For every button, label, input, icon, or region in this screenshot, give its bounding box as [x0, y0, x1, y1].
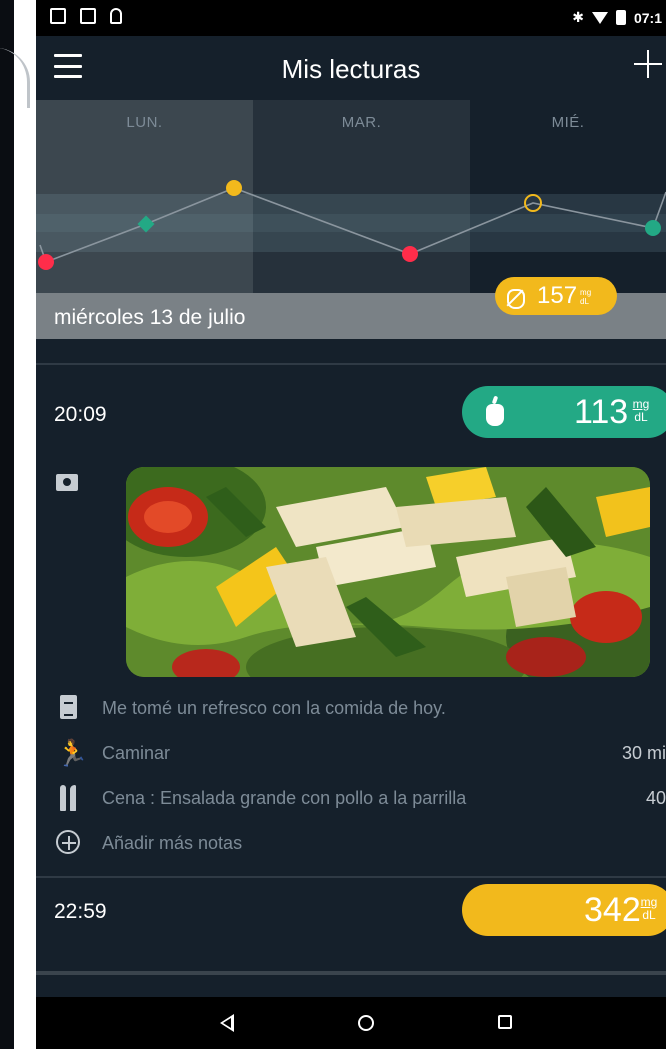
selected-reading-badge[interactable]: 157 mg dL	[495, 277, 617, 315]
divider	[36, 363, 666, 365]
meal-amount: 40	[645, 788, 666, 808]
note-text: Me tomé un refresco con la comida de hoy…	[102, 698, 446, 718]
app-bar: Mis lecturas	[36, 36, 666, 100]
reading-point-green-diamond	[137, 215, 155, 233]
unit-label: mg dL	[580, 288, 591, 306]
previous-screen-edge	[0, 0, 36, 1049]
reading-line	[39, 187, 666, 264]
unit-top: mg	[580, 288, 592, 297]
date-header: miércoles 13 de julio 157 mg dL	[36, 277, 666, 339]
page-title: Mis lecturas	[281, 54, 421, 84]
selected-reading-value: 157	[537, 282, 578, 309]
date-text: miércoles 13 de julio	[54, 306, 246, 329]
glucose-badge[interactable]: 342 mg dL	[462, 884, 666, 936]
reading-time: 22:59	[54, 900, 107, 923]
reading-point-yellow	[226, 180, 242, 196]
battery-icon	[615, 10, 626, 25]
apple-icon	[484, 396, 506, 428]
reading-point-red	[402, 246, 418, 262]
activity-label: Caminar	[102, 743, 171, 763]
back-icon[interactable]	[220, 1014, 234, 1032]
note-text-row[interactable]: Me tomé un refresco con la comida de hoy…	[36, 689, 666, 729]
activity-amount: 30 mi	[621, 743, 666, 763]
walking-icon: 🏃	[56, 738, 89, 768]
meal-label: Cena : Ensalada grande con pollo a la pa…	[102, 788, 467, 808]
add-circle-icon	[56, 830, 80, 854]
wifi-icon	[591, 11, 608, 24]
image-notification-icon	[50, 8, 66, 24]
camera-icon[interactable]	[56, 474, 78, 491]
home-icon[interactable]	[358, 1015, 374, 1031]
reading-time: 20:09	[54, 403, 107, 426]
unit-bottom: dL	[634, 410, 648, 424]
add-reading-icon[interactable]	[634, 48, 662, 80]
sim-notification-icon	[80, 8, 96, 24]
reading-point-red	[38, 254, 54, 270]
recents-icon[interactable]	[498, 1015, 512, 1029]
divider	[36, 876, 666, 878]
readings-chart[interactable]: LUN. MAR. MIÉ.	[36, 100, 666, 293]
reading-point-green	[645, 220, 661, 236]
salad-with-grilled-chicken-image	[126, 467, 650, 677]
glucose-value: 113	[574, 393, 629, 431]
note-meal-row[interactable]: Cena : Ensalada grande con pollo a la pa…	[36, 779, 666, 819]
chart-plot	[38, 180, 666, 270]
system-nav-bar	[36, 997, 666, 1049]
status-bar: ✱ 07:1	[36, 0, 666, 36]
document-icon	[56, 695, 82, 721]
unit-label: mg dL	[630, 398, 652, 424]
status-time: 07:1	[633, 9, 662, 26]
unit-label: mg dL	[638, 896, 660, 922]
unit-bottom: dL	[642, 908, 656, 922]
unit-bottom: dL	[580, 297, 589, 306]
add-notes-button[interactable]: Añadir más notas	[36, 824, 666, 864]
readings-list: 20:09 113 mg dL Me tomé un refresco con …	[36, 339, 666, 997]
meal-photo[interactable]	[126, 467, 650, 677]
note-activity-row[interactable]: 🏃 Caminar 30 mi	[36, 734, 666, 774]
add-notes-label: Añadir más notas	[102, 833, 243, 853]
location-notification-icon	[110, 8, 122, 24]
no-apple-icon	[505, 285, 525, 309]
fork-knife-icon	[56, 785, 82, 811]
glucose-value: 342	[584, 891, 641, 929]
glucose-badge[interactable]: 113 mg dL	[462, 386, 666, 438]
list-bottom-edge	[36, 971, 666, 997]
app-screen: ✱ 07:1 Mis lecturas LUN. MAR. MIÉ. miérc…	[36, 0, 666, 1049]
bluetooth-icon: ✱	[572, 9, 584, 25]
